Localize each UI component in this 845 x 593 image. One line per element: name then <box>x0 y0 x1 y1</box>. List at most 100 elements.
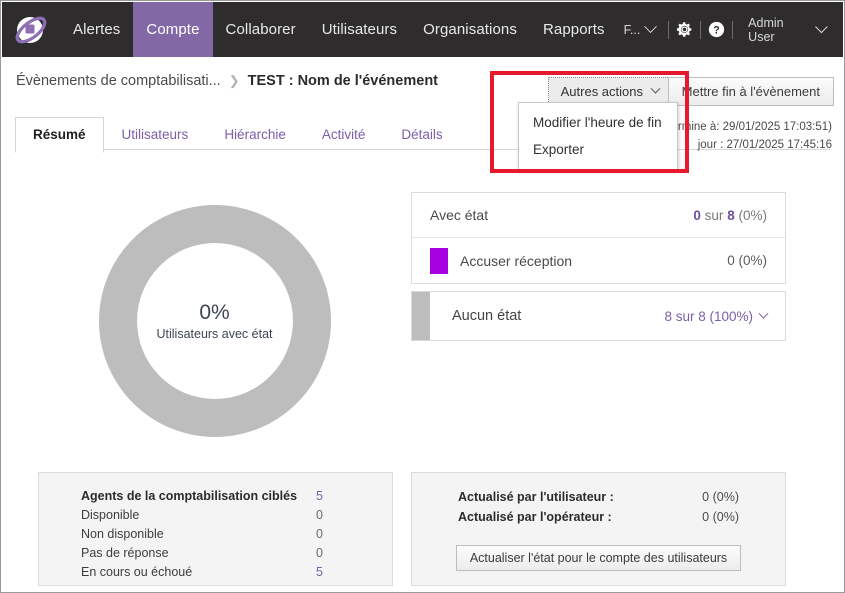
with-state-of-word: sur <box>705 208 724 223</box>
tab-utilisateurs[interactable]: Utilisateurs <box>104 117 207 153</box>
divider <box>668 21 669 39</box>
refresh-label: Actualisé par l'utilisateur : <box>458 487 702 507</box>
tab-label: Utilisateurs <box>122 127 189 142</box>
tab-list: Résumé Utilisateurs Hiérarchie Activité … <box>15 117 461 153</box>
chevron-down-icon <box>651 84 661 94</box>
user-name: Admin User <box>748 16 809 44</box>
menu-item-modifier-heure-fin[interactable]: Modifier l'heure de fin <box>519 109 677 136</box>
refresh-user-status-button[interactable]: Actualiser l'état pour le compte des uti… <box>456 545 741 571</box>
agents-row-total: Agents de la comptabilisation ciblés 5 <box>81 487 350 506</box>
agents-value: 0 <box>316 506 350 525</box>
summary-content: 0% Utilisateurs avec état Avec état 0 su… <box>2 165 843 591</box>
agents-row-in-progress-failed: En cours ou échoué 5 <box>81 563 350 582</box>
agents-value: 5 <box>316 487 350 506</box>
chevron-down-icon <box>815 20 827 32</box>
refresh-row-operator: Actualisé par l'opérateur : 0 (0%) <box>458 507 739 527</box>
top-navigation-bar: Alertes Compte Collaborer Utilisateurs O… <box>2 2 843 57</box>
language-label: F... <box>624 23 641 37</box>
tab-details[interactable]: Détails <box>383 117 460 153</box>
agents-row-unavailable: Non disponible 0 <box>81 525 350 544</box>
main-nav-items: Alertes Compte Collaborer Utilisateurs O… <box>60 2 618 57</box>
help-circle-icon[interactable]: ? <box>708 21 725 38</box>
targeted-agents-panel: Agents de la comptabilisation ciblés 5 D… <box>38 472 393 586</box>
other-actions-dropdown-menu: Modifier l'heure de fin Exporter <box>518 102 678 170</box>
nav-label: Compte <box>146 21 199 38</box>
with-state-value: 0 sur 8 (0%) <box>693 208 767 223</box>
divider <box>732 21 733 39</box>
other-actions-label: Autres actions <box>561 84 643 99</box>
agents-row-no-response: Pas de réponse 0 <box>81 544 350 563</box>
divider <box>700 21 701 39</box>
row-with-state: Avec état 0 sur 8 (0%) <box>412 193 785 238</box>
with-state-total: 8 <box>727 208 735 223</box>
status-card: Avec état 0 sur 8 (0%) Accuser réception… <box>411 192 786 284</box>
nav-label: Alertes <box>73 21 120 38</box>
nav-item-alertes[interactable]: Alertes <box>60 2 133 57</box>
breadcrumb-current: TEST : Nom de l'événement <box>248 73 438 89</box>
tab-label: Détails <box>401 127 442 142</box>
donut-chart: 0% Utilisateurs avec état <box>37 183 392 458</box>
nav-label: Rapports <box>543 21 605 38</box>
acknowledge-label: Accuser réception <box>460 253 727 269</box>
chevron-down-icon[interactable] <box>759 308 769 318</box>
nav-item-rapports[interactable]: Rapports <box>530 2 618 57</box>
with-state-count: 0 <box>693 208 701 223</box>
donut-percent: 0% <box>199 300 229 325</box>
tab-hierarchie[interactable]: Hiérarchie <box>206 117 304 153</box>
acknowledge-value: 0 (0%) <box>727 253 767 268</box>
refresh-label: Actualisé par l'opérateur : <box>458 507 702 527</box>
refresh-value: 0 (0%) <box>702 487 739 507</box>
nav-item-utilisateurs[interactable]: Utilisateurs <box>309 2 410 57</box>
agents-row-available: Disponible 0 <box>81 506 350 525</box>
no-state-count: 8 sur 8 (100%) <box>664 309 753 324</box>
no-state-card[interactable]: Aucun état 8 sur 8 (100%) <box>411 291 786 341</box>
row-acknowledge[interactable]: Accuser réception 0 (0%) <box>412 238 785 283</box>
refresh-button-wrap: Actualiser l'état pour le compte des uti… <box>412 545 785 571</box>
nav-label: Organisations <box>423 21 517 38</box>
tab-label: Activité <box>322 127 366 142</box>
agents-label: Pas de réponse <box>81 544 316 563</box>
menu-item-exporter[interactable]: Exporter <box>519 136 677 163</box>
tab-label: Hiérarchie <box>224 127 286 142</box>
no-state-value: 8 sur 8 (100%) <box>664 309 767 324</box>
chevron-down-icon <box>644 20 657 33</box>
top-nav-right-controls: F... ? Admin User <box>618 2 843 57</box>
tab-label: Résumé <box>33 127 86 142</box>
acknowledge-color-swatch <box>430 248 448 274</box>
agents-value: 5 <box>316 563 350 582</box>
breadcrumb-separator-icon: ❯ <box>229 73 240 89</box>
app-logo[interactable] <box>2 2 60 57</box>
nav-item-collaborer[interactable]: Collaborer <box>213 2 309 57</box>
user-menu[interactable]: Admin User <box>740 16 833 44</box>
refresh-status-panel: Actualisé par l'utilisateur : 0 (0%) Act… <box>411 472 786 586</box>
with-state-percent: (0%) <box>738 208 767 223</box>
nav-item-compte[interactable]: Compte <box>133 2 212 57</box>
row-no-state[interactable]: Aucun état 8 sur 8 (100%) <box>412 292 785 340</box>
app-window: Alertes Compte Collaborer Utilisateurs O… <box>0 0 845 593</box>
language-selector[interactable]: F... <box>618 23 662 37</box>
refresh-list: Actualisé par l'utilisateur : 0 (0%) Act… <box>458 487 739 527</box>
agents-value: 0 <box>316 525 350 544</box>
with-state-label: Avec état <box>430 207 693 223</box>
nav-label: Collaborer <box>226 21 296 38</box>
nav-item-organisations[interactable]: Organisations <box>410 2 530 57</box>
refresh-value: 0 (0%) <box>702 507 739 527</box>
donut-ring: 0% Utilisateurs avec état <box>99 205 331 437</box>
refresh-row-user: Actualisé par l'utilisateur : 0 (0%) <box>458 487 739 507</box>
nav-label: Utilisateurs <box>322 21 397 38</box>
donut-center: 0% Utilisateurs avec état <box>137 243 293 399</box>
breadcrumb-parent-link[interactable]: Évènements de comptabilisati... <box>16 73 221 89</box>
agents-list: Agents de la comptabilisation ciblés 5 D… <box>81 487 350 582</box>
agents-label: Disponible <box>81 506 316 525</box>
agents-label: En cours ou échoué <box>81 563 316 582</box>
svg-text:?: ? <box>713 24 719 36</box>
no-state-label: Aucun état <box>452 308 664 324</box>
planet-logo-icon <box>11 11 51 49</box>
breadcrumb: Évènements de comptabilisati... ❯ TEST :… <box>16 73 438 89</box>
end-event-button[interactable]: Mettre fin à l'évènement <box>668 77 834 106</box>
agents-label: Non disponible <box>81 525 316 544</box>
tab-resume[interactable]: Résumé <box>15 117 104 153</box>
gear-icon[interactable] <box>676 21 693 38</box>
tab-activite[interactable]: Activité <box>304 117 384 153</box>
donut-caption: Utilisateurs avec état <box>156 327 272 341</box>
